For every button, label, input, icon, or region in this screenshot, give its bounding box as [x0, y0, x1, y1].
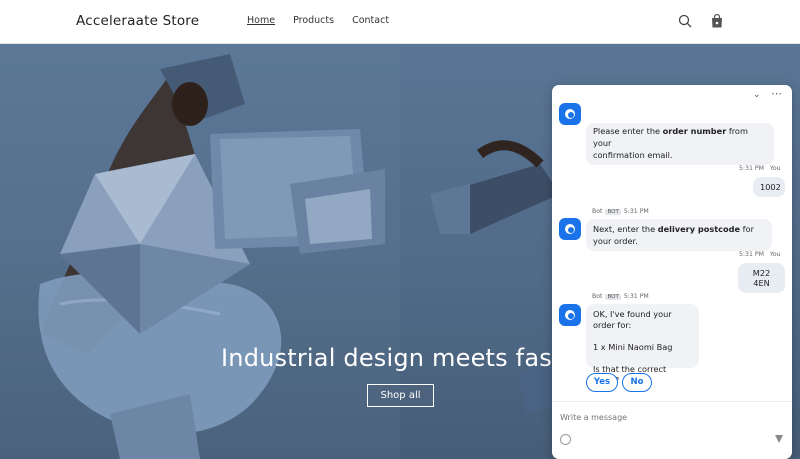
bot-message-2: Next, enter the delivery postcode for yo… — [586, 219, 772, 251]
user-message-2: M22 4EN — [738, 263, 785, 293]
message-sender: Bot — [592, 208, 603, 215]
message-time: 5:31 PM — [739, 165, 764, 172]
user-message-meta: 5:31 PM You — [739, 165, 781, 172]
message-text: 1 x Mini Naomi Bag — [593, 342, 673, 352]
quick-reply-no[interactable]: No — [622, 373, 652, 392]
nav-contact[interactable]: Contact — [352, 15, 389, 26]
message-text: Please enter the — [593, 126, 663, 136]
nav-home[interactable]: Home — [247, 15, 275, 26]
message-sender: Bot — [592, 293, 603, 300]
emoji-icon[interactable] — [560, 434, 571, 445]
hero-title: Industrial design meets fashio — [221, 344, 590, 372]
bot-message-1: Please enter the order number from your … — [586, 123, 774, 165]
message-bold-text: delivery postcode — [657, 224, 741, 234]
bot-badge: BOT — [605, 209, 621, 215]
message-text: Next, enter the — [593, 224, 658, 234]
shopping-bag-icon[interactable] — [709, 13, 725, 29]
message-time: 5:31 PM — [739, 251, 764, 258]
message-text: OK, I've found your order for: — [593, 309, 672, 330]
message-text: confirmation email. — [593, 150, 673, 160]
chevron-down-icon[interactable]: ⌄ — [753, 90, 761, 100]
chat-widget: ⌄ ⋯ Please enter the order number from y… — [552, 85, 792, 459]
message-composer — [552, 401, 792, 459]
site-header: Acceleraate Store Home Products Contact — [0, 0, 800, 44]
send-icon[interactable] — [774, 434, 784, 444]
bot-message-meta: Bot BOT 5:31 PM — [592, 293, 649, 300]
bot-message-meta: Bot BOT 5:31 PM — [592, 208, 649, 215]
nav-products[interactable]: Products — [293, 15, 334, 26]
store-logo[interactable]: Acceleraate Store — [76, 13, 199, 29]
more-options-icon[interactable]: ⋯ — [771, 87, 783, 100]
main-nav: Home Products Contact — [247, 15, 407, 26]
message-sender: You — [769, 165, 781, 172]
message-time: 5:31 PM — [623, 208, 649, 215]
bot-badge: BOT — [605, 294, 621, 300]
user-message-1: 1002 — [753, 177, 785, 197]
bot-avatar — [559, 218, 581, 240]
message-input[interactable] — [560, 410, 775, 424]
message-time: 5:31 PM — [623, 293, 649, 300]
search-icon[interactable] — [677, 13, 693, 29]
shop-all-button[interactable]: Shop all — [367, 384, 434, 407]
bot-avatar — [559, 103, 581, 125]
quick-reply-yes[interactable]: Yes — [586, 373, 618, 392]
message-bold-text: order number — [662, 126, 727, 136]
bot-avatar — [559, 304, 581, 326]
message-sender: You — [769, 251, 781, 258]
bot-message-3: OK, I've found your order for: 1 x Mini … — [586, 304, 699, 385]
user-message-meta: 5:31 PM You — [739, 251, 781, 258]
